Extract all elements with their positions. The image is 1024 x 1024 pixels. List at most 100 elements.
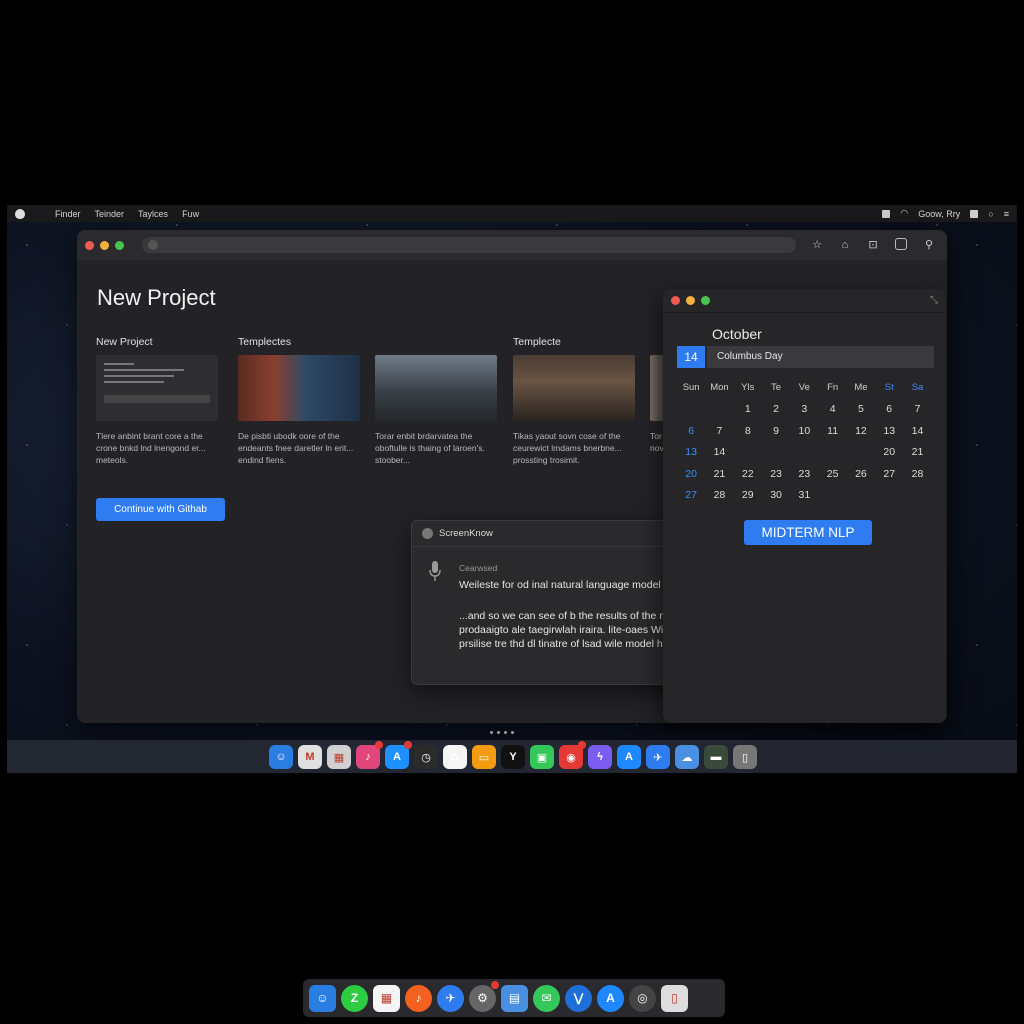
calendar-day[interactable]: 26 [847,468,875,480]
calendar-day[interactable]: 13 [677,446,705,458]
calendar-day[interactable]: 2 [762,403,790,415]
messages-icon[interactable]: ✉ [533,984,560,1012]
menu-extra-icon[interactable]: ≡ [1004,209,1009,219]
x-icon[interactable]: Y [501,745,525,769]
notification-icon[interactable]: ⌂ [838,238,852,252]
photos-icon[interactable]: ✿ [443,745,467,769]
collapse-icon[interactable]: ⤡ [930,295,938,306]
lock-icon[interactable] [882,209,891,218]
extension-icon[interactable]: ⊡ [866,238,880,252]
minimize-window-button[interactable] [686,296,695,305]
close-window-button[interactable] [671,296,680,305]
vscode-icon[interactable]: ⋁ [565,984,592,1012]
calendar-day[interactable]: 30 [762,489,790,501]
template-card-dark-room[interactable]: Tikas yaout sovn cose of the ceurewict l… [513,355,635,466]
calendar-day[interactable]: 4 [818,403,846,415]
grid-app-icon[interactable]: ▦ [373,984,400,1012]
wifi-icon[interactable]: ◠ [900,208,908,219]
calendar-day[interactable]: 9 [762,425,790,437]
calendar-day[interactable]: 23 [762,468,790,480]
address-bar[interactable] [142,237,796,253]
weather-icon[interactable]: ☁ [675,745,699,769]
news-icon[interactable]: ◉ [559,741,586,769]
continue-with-github-button[interactable]: Continue with Githab [96,498,225,521]
spark-icon[interactable]: ϟ [588,745,612,769]
settings-icon[interactable]: ⚙ [469,980,499,1012]
appstore-a-icon[interactable]: A [617,745,641,769]
menu-item-2[interactable]: Teinder [95,209,125,219]
calendar-day[interactable]: 28 [903,468,931,480]
calendar-day[interactable]: 27 [677,489,705,501]
midterm-event-badge[interactable]: MIDTERM NLP [744,520,872,545]
calendar-day[interactable]: 25 [818,468,846,480]
apple-icon[interactable] [15,208,25,219]
zoom-window-button[interactable] [115,240,124,250]
menu-item-3[interactable]: Taylces [138,209,168,219]
calendar-day[interactable]: 27 [875,468,903,480]
template-card-living-room[interactable]: Torar enbit brdarvatea the oboftulle is … [375,355,497,466]
star-icon[interactable]: ☆ [810,238,824,252]
desktop-screen: Finder Teinder Taylces Fuw ◠ Goow, Rry ○… [7,205,1017,773]
music-icon[interactable]: ♪ [405,984,432,1012]
calendar-day[interactable]: 31 [790,489,818,501]
calendar-day[interactable]: 21 [903,446,931,458]
transcription-status: Cearwsed [459,563,498,573]
calendar-day[interactable]: 1 [734,403,762,415]
status-text[interactable]: Goow, Rry [918,209,960,219]
calendar-event-row[interactable]: 14 Columbus Day [677,346,934,368]
calendar-day[interactable]: 6 [677,425,705,437]
calendar-day[interactable]: 11 [818,425,846,437]
calendar-day[interactable]: 14 [705,446,733,458]
screen-icon[interactable]: ▬ [704,745,728,769]
card-thumbnail [375,355,497,421]
calendar-day[interactable]: 28 [705,489,733,501]
calendar-day[interactable]: 13 [875,425,903,437]
clock-icon[interactable]: ◷ [414,745,438,769]
bird-icon[interactable]: ✈ [437,984,464,1012]
appstore-icon[interactable]: A [597,984,624,1012]
notes-icon[interactable]: ▦ [327,745,351,769]
calendar-weeks: 1 2 3 4 5 6 7 6 7 8 9 10 11 12 13 14 13 14 20 21 20 21 22 23 23 2… [677,399,932,507]
profile-icon[interactable]: ⚲ [922,238,936,252]
microphone-icon[interactable] [428,560,442,584]
calendar-day[interactable]: 3 [790,403,818,415]
calendar-day[interactable]: 5 [847,403,875,415]
window-icon[interactable] [894,238,908,252]
finder-icon[interactable]: ☺ [269,745,293,769]
mail-icon[interactable]: M [298,745,322,769]
calendar-day[interactable]: 7 [705,425,733,437]
menu-item-finder[interactable]: Finder [55,209,81,219]
control-center-icon[interactable] [970,209,979,218]
app-store-icon[interactable]: A [385,741,412,769]
testflight-icon[interactable]: ✈ [646,745,670,769]
pages-icon[interactable]: ▭ [472,745,496,769]
music-icon[interactable]: ♪ [356,741,383,769]
close-window-button[interactable] [85,240,94,250]
minimize-window-button[interactable] [100,240,109,250]
menu-item-4[interactable]: Fuw [182,209,199,219]
project-card-form[interactable]: Tlere anbint brant core a the crone bnkd… [96,355,218,466]
facetime-icon[interactable]: ▣ [530,745,554,769]
calendar-day[interactable]: 7 [903,403,931,415]
calendar-day[interactable]: 12 [847,425,875,437]
calendar-day[interactable]: 14 [903,425,931,437]
calendar-day[interactable]: 6 [875,403,903,415]
calendar-day[interactable]: 22 [734,468,762,480]
calendar-day[interactable]: 23 [790,468,818,480]
calendar-day[interactable]: 21 [705,468,733,480]
trash-icon[interactable]: ▯ [733,745,757,769]
camera-icon[interactable]: ◎ [629,984,656,1012]
z-app-icon[interactable]: Z [341,984,368,1012]
finder-icon[interactable]: ☺ [309,984,336,1012]
search-icon[interactable]: ○ [988,209,993,219]
calendar-day[interactable]: 10 [790,425,818,437]
calendar-day[interactable]: 8 [734,425,762,437]
calendar-day[interactable]: 29 [734,489,762,501]
zoom-window-button[interactable] [701,296,710,305]
calendar-day[interactable]: 20 [875,446,903,458]
trash-icon[interactable]: ▯ [661,984,688,1012]
calendar-day[interactable]: 20 [677,468,705,480]
folder-icon[interactable]: ▤ [501,984,528,1012]
weekday-header: Sun Mon Yls Te Ve Fn Me St Sa [677,377,932,399]
template-card-red-room[interactable]: De pisbti ubodk oore of the endeants fne… [238,355,360,466]
